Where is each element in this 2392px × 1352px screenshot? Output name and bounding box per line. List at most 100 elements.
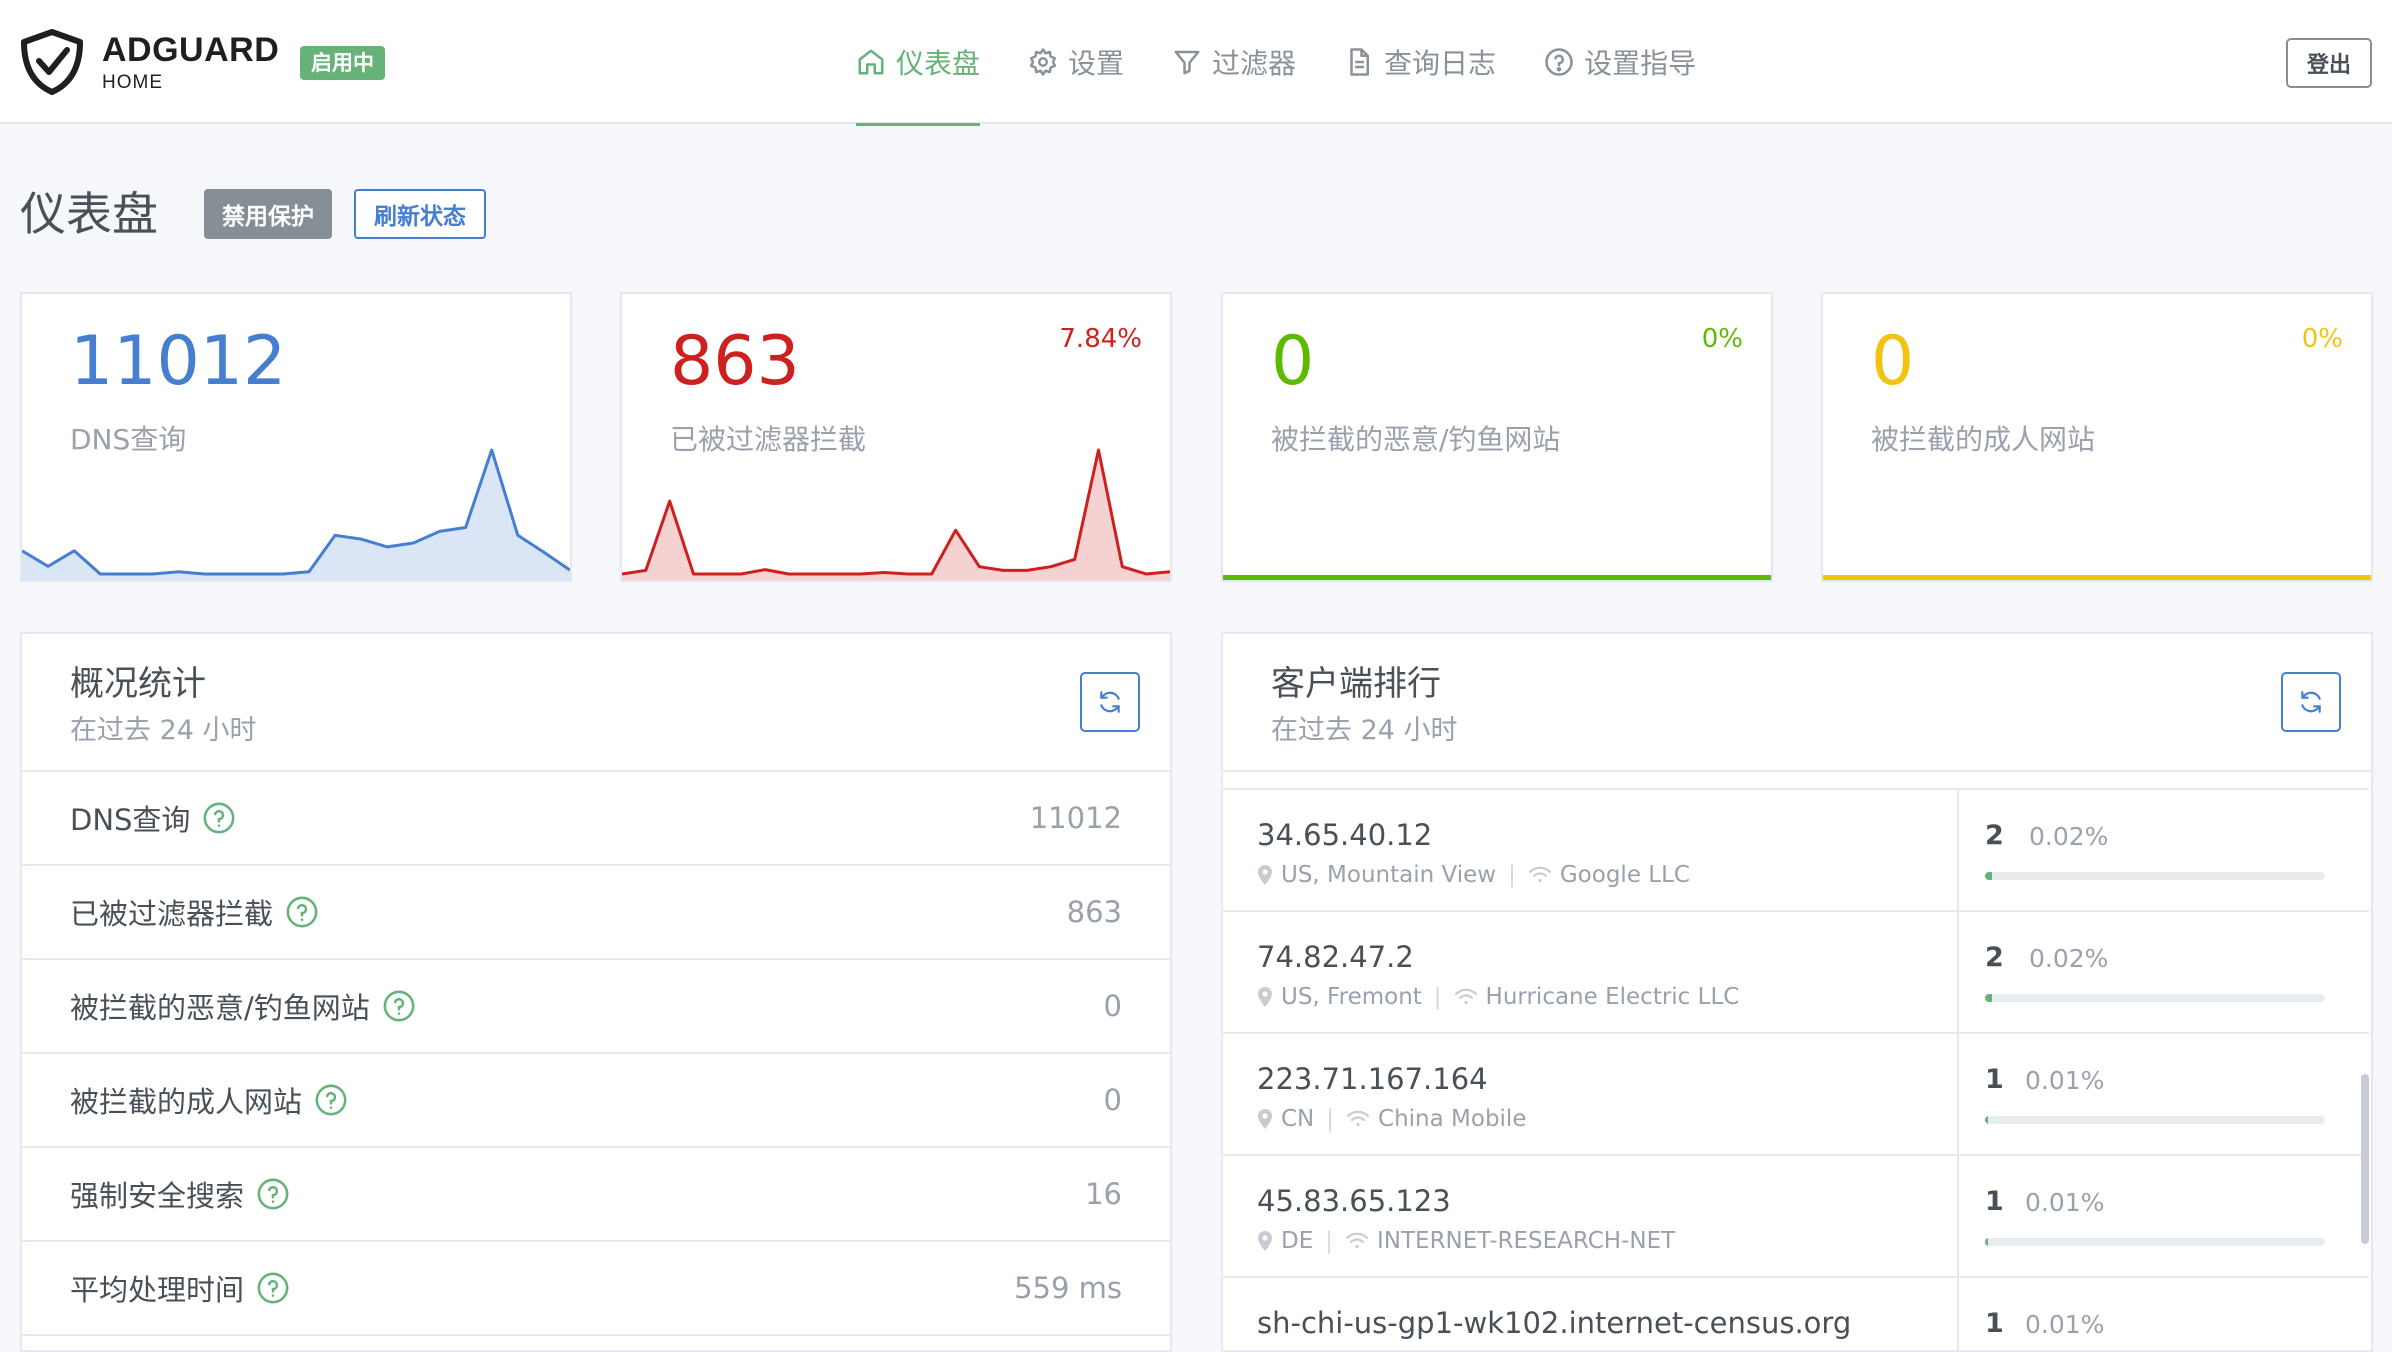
- client-row[interactable]: 34.65.40.12 US, Mountain View | Google L…: [1223, 790, 2369, 912]
- refresh-status-button[interactable]: 刷新状态: [354, 189, 486, 239]
- stat-label: 被拦截的成人网站: [1871, 423, 2096, 456]
- refresh-icon: [2301, 691, 2321, 713]
- stat-card-blocked-filters: 863 7.84% 已被过滤器拦截: [620, 292, 1172, 582]
- client-count: 1: [1985, 1064, 2004, 1095]
- column-divider: [1957, 912, 1959, 1032]
- nav-dashboard[interactable]: 仪表盘: [856, 0, 981, 126]
- panel-subtitle: 在过去 24 小时: [1271, 715, 1458, 746]
- summary-value: 559 ms: [1014, 1271, 1122, 1305]
- client-percent: 0.01%: [2025, 1310, 2105, 1339]
- summary-label: 已被过滤器拦截: [70, 897, 274, 931]
- client-row[interactable]: 74.82.47.2 US, Fremont | Hurricane Elect…: [1223, 912, 2369, 1034]
- summary-label: 平均处理时间: [70, 1273, 245, 1307]
- disable-protection-button[interactable]: 禁用保护: [204, 189, 332, 239]
- question-circle-icon: [1545, 48, 1573, 76]
- summary-label: 强制安全搜索: [70, 1179, 245, 1213]
- client-progress-bar: [1985, 872, 2325, 880]
- help-icon[interactable]: [202, 801, 236, 835]
- stat-value: 0: [1871, 322, 1915, 401]
- panel-title: 客户端排行: [1271, 664, 1441, 704]
- help-icon[interactable]: [314, 1083, 348, 1117]
- location-pin-icon: [1258, 987, 1272, 1007]
- summary-value: 0: [1103, 1083, 1122, 1117]
- shield-check-icon: [21, 29, 83, 95]
- nav-settings[interactable]: 设置: [1028, 0, 1124, 124]
- client-progress-fill: [1985, 1238, 1989, 1246]
- stat-percent: 7.84%: [1059, 324, 1142, 354]
- stat-baseline: [1223, 575, 1771, 580]
- help-icon[interactable]: [256, 1177, 290, 1211]
- summary-row-blocked-adult: 被拦截的成人网站 0: [22, 1054, 1170, 1148]
- client-row[interactable]: 45.83.65.123 DE | INTERNET-RESEARCH-NET …: [1223, 1156, 2369, 1278]
- summary-value: 0: [1103, 989, 1122, 1023]
- client-org: Google LLC: [1559, 862, 1690, 888]
- client-ip[interactable]: 34.65.40.12: [1257, 818, 1432, 852]
- adguard-logo[interactable]: ADGUARD HOME: [18, 28, 279, 96]
- nav-setup-guide[interactable]: 设置指导: [1544, 0, 1696, 124]
- client-ip[interactable]: 74.82.47.2: [1257, 940, 1414, 974]
- top-header: ADGUARD HOME 启用中 仪表盘 设置 过滤器 查询日志 设置指导 登出: [0, 0, 2392, 126]
- wifi-icon: [1528, 866, 1551, 883]
- summary-row-blocked-filters: 已被过滤器拦截 863: [22, 866, 1170, 960]
- help-icon[interactable]: [382, 989, 416, 1023]
- clients-scrollbar[interactable]: [2361, 1074, 2369, 1244]
- logout-button[interactable]: 登出: [2286, 38, 2372, 88]
- summary-label: DNS查询: [70, 803, 191, 837]
- wifi-icon: [1454, 988, 1477, 1005]
- client-row[interactable]: 223.71.167.164 CN | China Mobile 1 0.01%: [1223, 1034, 2369, 1156]
- client-percent: 0.02%: [2029, 944, 2109, 973]
- blocked-filters-sparkline: [622, 448, 1170, 580]
- column-divider: [1957, 1156, 1959, 1276]
- wifi-icon: [1345, 1232, 1369, 1249]
- summary-row-dns-queries: DNS查询 11012: [22, 772, 1170, 866]
- top-clients-panel: 客户端排行 在过去 24 小时 34.65.40.12 US, Mountain…: [1221, 632, 2373, 1352]
- stat-percent: 0%: [2301, 324, 2343, 354]
- meta-separator: |: [1433, 984, 1442, 1010]
- client-ip[interactable]: sh-chi-us-gp1-wk102.internet-census.org: [1257, 1306, 1851, 1340]
- location-pin-icon: [1258, 865, 1272, 885]
- client-progress-fill: [1985, 1116, 1989, 1124]
- home-icon: [858, 49, 884, 75]
- client-percent: 0.01%: [2025, 1188, 2105, 1217]
- summary-value: 11012: [1029, 801, 1122, 835]
- refresh-icon: [1100, 691, 1120, 713]
- location-pin-icon: [1258, 1231, 1272, 1251]
- general-statistics-panel: 概况统计 在过去 24 小时 DNS查询 11012 已被过滤器拦截 863 被…: [20, 632, 1172, 1352]
- nav-query-log-label: 查询日志: [1384, 47, 1497, 80]
- stat-label: 被拦截的恶意/钓鱼网站: [1271, 423, 1561, 456]
- clients-table[interactable]: 34.65.40.12 US, Mountain View | Google L…: [1223, 770, 2369, 1350]
- client-ip[interactable]: 45.83.65.123: [1257, 1184, 1451, 1218]
- refresh-clients-button[interactable]: [2281, 672, 2341, 732]
- summary-label: 被拦截的成人网站: [70, 1085, 303, 1119]
- client-location: US, Fremont: [1281, 984, 1422, 1010]
- summary-row-avg-processing-time: 平均处理时间 559 ms: [22, 1242, 1170, 1336]
- help-icon[interactable]: [285, 895, 319, 929]
- client-count: 1: [1985, 1186, 2004, 1217]
- summary-label: 被拦截的恶意/钓鱼网站: [70, 991, 370, 1025]
- meta-separator: |: [1326, 1106, 1335, 1132]
- client-row[interactable]: sh-chi-us-gp1-wk102.internet-census.org …: [1223, 1278, 2369, 1350]
- main-nav: 仪表盘 设置 过滤器 查询日志 设置指导: [856, 0, 1744, 126]
- client-location: DE: [1281, 1228, 1314, 1254]
- client-progress-bar: [1985, 994, 2325, 1002]
- page-title: 仪表盘: [20, 187, 158, 241]
- nav-setup-guide-label: 设置指导: [1584, 47, 1697, 80]
- stat-card-blocked-adult: 0 0% 被拦截的成人网站: [1821, 292, 2373, 582]
- nav-query-log[interactable]: 查询日志: [1344, 0, 1496, 124]
- client-location: CN: [1281, 1106, 1315, 1132]
- client-progress-bar: [1985, 1116, 2325, 1124]
- refresh-stats-button[interactable]: [1080, 672, 1140, 732]
- column-divider: [1957, 790, 1959, 910]
- dns-queries-sparkline: [22, 448, 570, 580]
- location-pin-icon: [1258, 1109, 1272, 1129]
- column-divider: [1957, 1278, 1959, 1350]
- logo-subtitle: HOME: [102, 71, 163, 93]
- client-ip[interactable]: 223.71.167.164: [1257, 1062, 1488, 1096]
- summary-row-blocked-malware: 被拦截的恶意/钓鱼网站 0: [22, 960, 1170, 1054]
- stat-value: 11012: [70, 322, 287, 401]
- help-icon[interactable]: [256, 1271, 290, 1305]
- stat-value: 863: [670, 322, 800, 401]
- meta-separator: |: [1325, 1228, 1333, 1254]
- summary-row-safe-search: 强制安全搜索 16: [22, 1148, 1170, 1242]
- nav-filters[interactable]: 过滤器: [1172, 0, 1296, 124]
